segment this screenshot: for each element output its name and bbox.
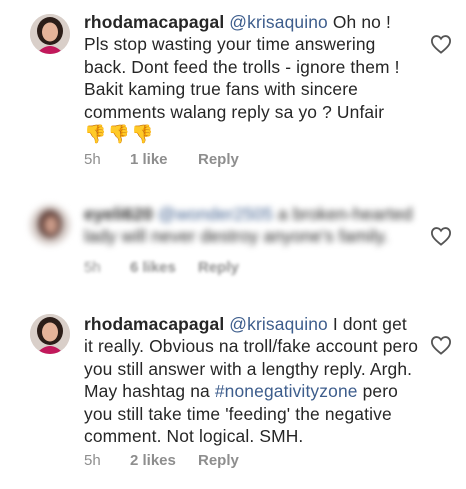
mention-link[interactable]: @wonder2505: [158, 204, 273, 224]
heart-outline-icon[interactable]: [430, 335, 452, 355]
timestamp: 5h: [84, 452, 101, 469]
comment-text: rhodamacapagal @krisaquino I dont get it…: [84, 313, 419, 447]
avatar[interactable]: [30, 205, 70, 245]
reply-button[interactable]: Reply: [198, 452, 239, 469]
hashtag-link[interactable]: #nonegativityzone: [215, 381, 358, 401]
heart-outline-icon[interactable]: [430, 226, 452, 246]
reply-button[interactable]: Reply: [198, 151, 239, 168]
username[interactable]: rhodamacapagal: [84, 314, 224, 334]
comment-meta: 5h 2 likes Reply: [84, 452, 239, 469]
heart-outline-icon[interactable]: [430, 34, 452, 54]
timestamp: 5h: [84, 151, 101, 168]
mention-link[interactable]: @krisaquino: [229, 12, 328, 32]
likes-count[interactable]: 6 likes: [130, 259, 198, 276]
username[interactable]: eyeli620: [84, 204, 153, 224]
thumbs-down-emoji: 👎👎👎: [84, 124, 154, 145]
comment-text: rhodamacapagal @krisaquino Oh no ! Pls s…: [84, 11, 419, 145]
comment-text: eyeli620 @wonder2505 a broken-hearted la…: [84, 203, 419, 248]
reply-button[interactable]: Reply: [198, 259, 239, 276]
username[interactable]: rhodamacapagal: [84, 12, 224, 32]
likes-count[interactable]: 2 likes: [130, 452, 198, 469]
likes-count[interactable]: 1 like: [130, 151, 198, 168]
mention-link[interactable]: @krisaquino: [229, 314, 328, 334]
timestamp: 5h: [84, 259, 101, 276]
avatar[interactable]: [30, 314, 70, 354]
avatar[interactable]: [30, 14, 70, 54]
comment-meta: 5h 1 like Reply: [84, 151, 239, 168]
comment-meta: 5h 6 likes Reply: [84, 259, 239, 276]
